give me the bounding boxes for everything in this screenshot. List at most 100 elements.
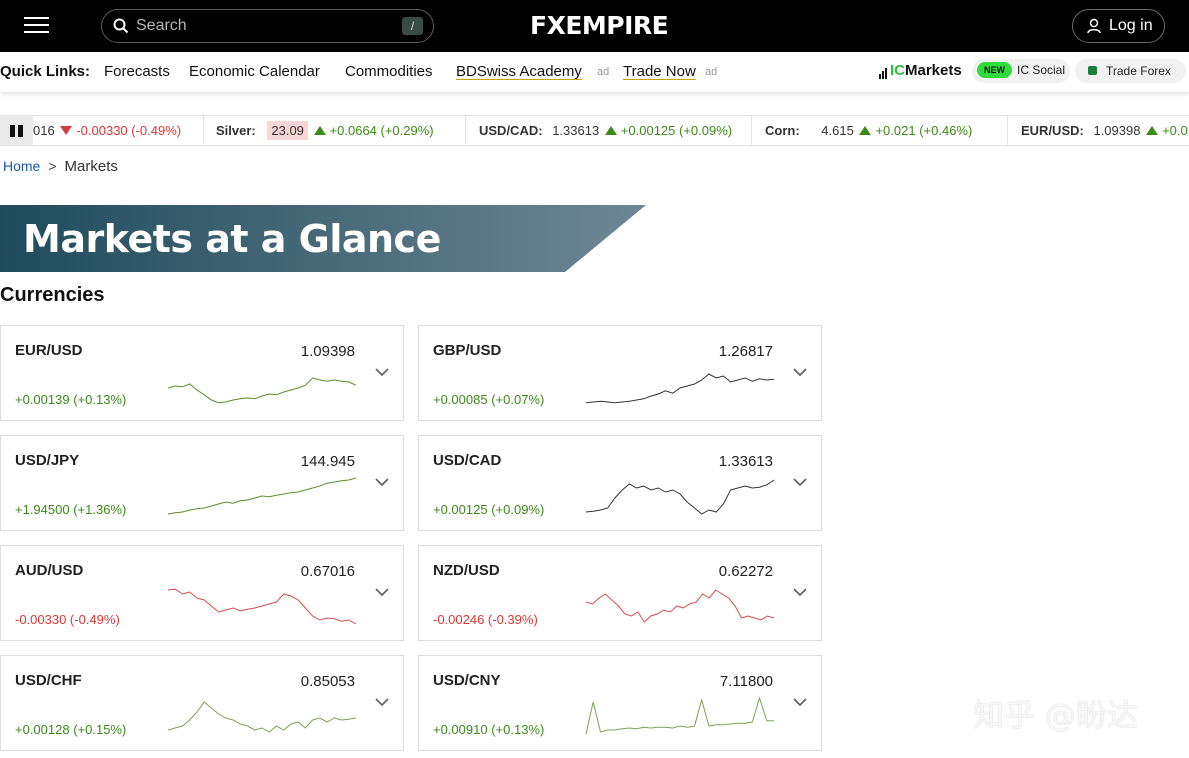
sparkline-chart [585, 373, 775, 404]
currency-price: 0.62272 [718, 563, 773, 580]
ic-markets-bars-icon [879, 62, 888, 79]
currency-pair-label[interactable]: AUD/USD [15, 562, 83, 579]
sparkline-chart [167, 588, 357, 625]
sparkline-line [585, 696, 774, 735]
currency-pair-label[interactable]: EUR/USD [15, 342, 83, 359]
currency-card[interactable]: USD/CNY 7.11800 +0.00910 (+0.13%) [418, 655, 822, 751]
ticker-item[interactable]: EUR/USD: 1.09398 +0.0 [1021, 123, 1188, 138]
search-input[interactable] [136, 16, 386, 36]
sparkline-line [585, 479, 775, 515]
currency-pair-label[interactable]: GBP/USD [433, 342, 501, 359]
sparkline-line [585, 589, 775, 623]
search-box[interactable]: / [101, 9, 434, 43]
currency-card[interactable]: USD/CHF 0.85053 +0.00128 (+0.15%) [0, 655, 404, 751]
currency-change: +1.94500 (+1.36%) [15, 502, 127, 517]
currency-change: +0.00128 (+0.15%) [15, 722, 127, 737]
currency-change: -0.00330 (-0.49%) [15, 612, 120, 627]
new-badge: NEW [977, 62, 1012, 78]
search-shortcut-key: / [402, 17, 423, 35]
sparkline-chart [167, 701, 357, 733]
currency-card[interactable]: USD/JPY 144.945 +1.94500 (+1.36%) [0, 435, 404, 531]
ad-tag: ad [597, 66, 610, 78]
currency-pair-label[interactable]: USD/CAD [433, 452, 501, 469]
login-label: Log in [1109, 17, 1153, 34]
currency-price: 1.33613 [718, 453, 773, 470]
currency-pair-label[interactable]: USD/JPY [15, 452, 79, 469]
ticker-item[interactable]: Silver: 23.09 +0.0664 (+0.29%) [216, 121, 434, 140]
up-arrow-icon [604, 126, 617, 135]
section-title-currencies: Currencies [0, 284, 105, 306]
sparkline-chart [167, 477, 357, 515]
quick-links-title: Quick Links: [0, 63, 91, 80]
ticker-item[interactable]: USD/CAD: 1.33613 +0.00125 (+0.09%) [479, 123, 732, 138]
currency-price: 0.85053 [300, 673, 355, 690]
chevron-down-icon[interactable] [793, 477, 807, 487]
trade-forex-icon [1088, 66, 1097, 75]
login-button[interactable]: Log in [1072, 9, 1165, 43]
currency-change: -0.00246 (-0.39%) [433, 612, 538, 627]
up-arrow-icon [859, 126, 872, 135]
sparkline-chart [585, 589, 775, 623]
chevron-down-icon[interactable] [793, 587, 807, 597]
breadcrumb-home-link[interactable]: Home [3, 158, 40, 174]
trade-forex-label: Trade Forex [1106, 64, 1171, 78]
price-ticker: 016 -0.00330 (-0.49%) Silver: 23.09 +0.0… [0, 115, 1189, 146]
quick-link-commodities[interactable]: Commodities [345, 63, 433, 80]
sparkline-chart [585, 696, 774, 735]
ticker-item[interactable]: Corn: 4.615 +0.021 (+0.46%) [765, 123, 972, 138]
currency-card[interactable]: USD/CAD 1.33613 +0.00125 (+0.09%) [418, 435, 822, 531]
up-arrow-icon [313, 126, 326, 135]
ic-markets-logo[interactable]: ICMarkets [879, 62, 962, 79]
quick-link-forecasts[interactable]: Forecasts [104, 63, 170, 80]
currency-change: +0.00910 (+0.13%) [433, 722, 545, 737]
sparkline-line [167, 701, 357, 733]
trade-forex-chip[interactable]: Trade Forex [1075, 59, 1186, 83]
sparkline-line [167, 377, 357, 404]
ad-tag: ad [705, 66, 718, 78]
hamburger-menu-icon[interactable] [24, 15, 49, 35]
sparkline-chart [585, 479, 775, 515]
ic-social-label[interactable]: IC Social [1017, 63, 1065, 77]
currency-pair-label[interactable]: NZD/USD [433, 562, 500, 579]
chevron-down-icon[interactable] [375, 367, 389, 377]
ticker-item[interactable]: 016 -0.00330 (-0.49%) [33, 123, 181, 138]
search-icon [113, 18, 129, 34]
quick-links-bar: Quick Links: Forecasts Economic Calendar… [0, 52, 1189, 92]
currency-card[interactable]: AUD/USD 0.67016 -0.00330 (-0.49%) [0, 545, 404, 641]
page-title: Markets at a Glance [23, 217, 441, 261]
currency-change: +0.00139 (+0.13%) [15, 392, 127, 407]
chevron-down-icon[interactable] [793, 367, 807, 377]
chevron-down-icon[interactable] [375, 477, 389, 487]
currency-change: +0.00085 (+0.07%) [433, 392, 545, 407]
currency-price: 1.09398 [300, 343, 355, 360]
breadcrumb-current: Markets [64, 158, 118, 175]
currency-price: 144.945 [300, 453, 355, 470]
chevron-down-icon[interactable] [375, 587, 389, 597]
currency-card[interactable]: EUR/USD 1.09398 +0.00139 (+0.13%) [0, 325, 404, 421]
sparkline-chart [167, 377, 357, 404]
currency-change: +0.00125 (+0.09%) [433, 502, 545, 517]
currency-pair-label[interactable]: USD/CHF [15, 672, 82, 689]
down-arrow-icon [60, 126, 73, 135]
quick-link-bdswiss-academy[interactable]: BDSwiss Academy [456, 63, 582, 80]
breadcrumb: Home > Markets [3, 158, 118, 175]
user-icon [1087, 18, 1101, 34]
watermark: 知乎 @盼达 [973, 698, 1138, 734]
pause-icon [10, 125, 15, 137]
top-header: / FXEMPIRE Log in [0, 0, 1189, 52]
chevron-down-icon[interactable] [375, 697, 389, 707]
fxempire-logo[interactable]: FXEMPIRE [530, 11, 669, 40]
pause-ticker-button[interactable] [0, 116, 33, 145]
sparkline-line [167, 477, 357, 515]
currency-card[interactable]: GBP/USD 1.26817 +0.00085 (+0.07%) [418, 325, 822, 421]
currency-price: 0.67016 [300, 563, 355, 580]
chevron-down-icon[interactable] [793, 697, 807, 707]
currency-price: 7.11800 [719, 673, 773, 690]
quick-link-trade-now[interactable]: Trade Now [623, 63, 696, 80]
sparkline-line [585, 373, 775, 404]
quick-link-economic-calendar[interactable]: Economic Calendar [189, 63, 320, 80]
page-title-banner: Markets at a Glance [0, 205, 646, 272]
up-arrow-icon [1146, 126, 1159, 135]
currency-pair-label[interactable]: USD/CNY [433, 672, 501, 689]
currency-card[interactable]: NZD/USD 0.62272 -0.00246 (-0.39%) [418, 545, 822, 641]
